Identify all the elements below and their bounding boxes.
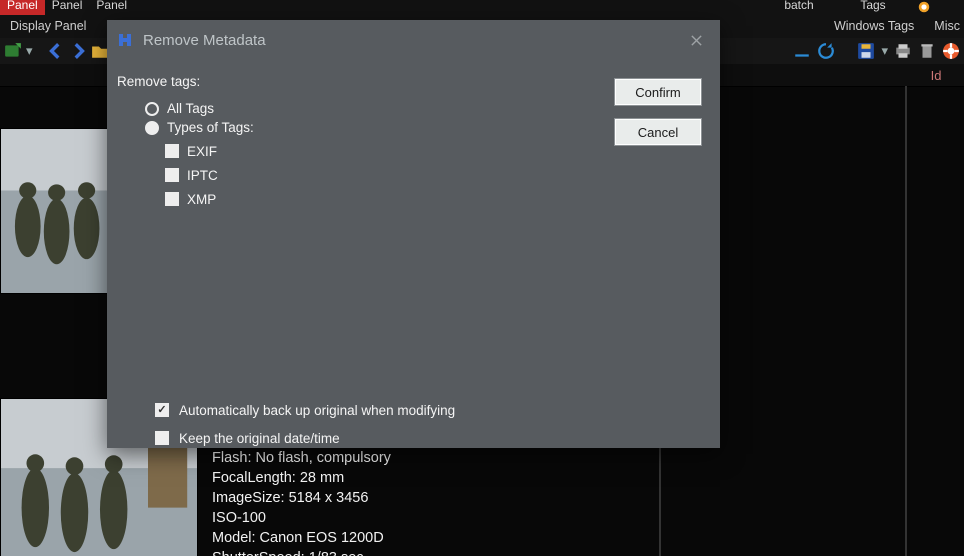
dialog-title: Remove Metadata [143, 32, 266, 49]
checkbox-label: XMP [187, 192, 216, 207]
option-label: Types of Tags: [167, 120, 254, 135]
remove-metadata-dialog: Remove Metadata Remove tags: All Tags Ty… [107, 20, 720, 448]
dialog-titlebar: Remove Metadata [107, 20, 720, 60]
confirm-button[interactable]: Confirm [614, 78, 702, 106]
checkbox-iptc[interactable]: IPTC [165, 163, 710, 187]
checkbox-label: IPTC [187, 168, 218, 183]
checkbox-keep-date[interactable]: Keep the original date/time [155, 424, 455, 452]
close-icon[interactable] [682, 26, 710, 54]
checkbox-icon [155, 431, 169, 445]
checkbox-auto-backup[interactable]: Automatically back up original when modi… [155, 396, 455, 424]
radio-icon [145, 121, 159, 135]
checkbox-xmp[interactable]: XMP [165, 187, 710, 211]
checkbox-icon [165, 192, 179, 206]
checkbox-icon [165, 168, 179, 182]
checkbox-icon [165, 144, 179, 158]
checkbox-label: Keep the original date/time [179, 431, 340, 446]
cancel-button[interactable]: Cancel [614, 118, 702, 146]
checkbox-label: Automatically back up original when modi… [179, 403, 455, 418]
modal-overlay: Remove Metadata Remove tags: All Tags Ty… [0, 0, 964, 556]
checkbox-icon [155, 403, 169, 417]
radio-icon [145, 102, 159, 116]
checkbox-label: EXIF [187, 144, 217, 159]
option-label: All Tags [167, 101, 214, 116]
app-icon [117, 32, 133, 48]
